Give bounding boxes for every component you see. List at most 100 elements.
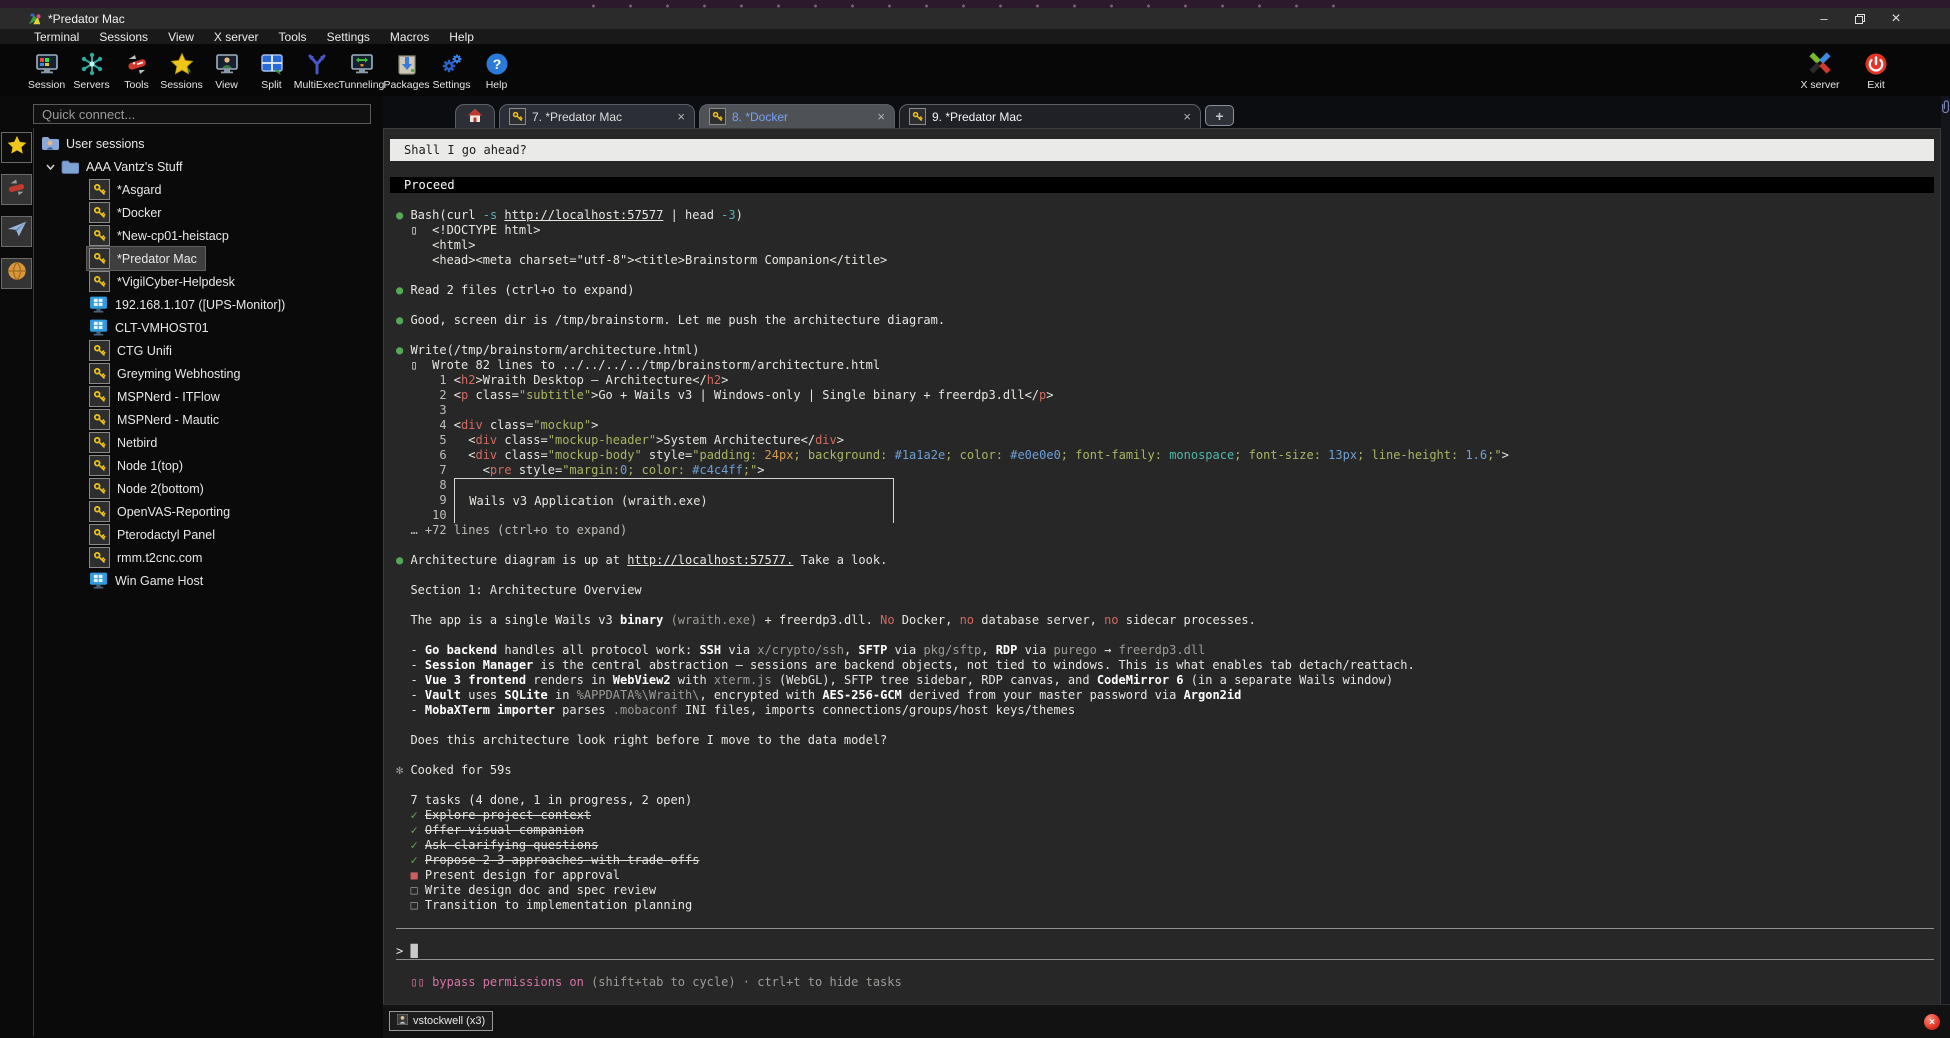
split-icon bbox=[260, 46, 284, 76]
architecture-box-row: 8 9 10 Wails v3 Application (wraith.exe) bbox=[396, 478, 1926, 523]
toolbar-button-sessions[interactable]: Sessions bbox=[159, 46, 204, 91]
xserver-icon bbox=[1807, 46, 1833, 76]
tab-home[interactable] bbox=[455, 104, 495, 128]
ascii-architecture-box: Wails v3 Application (wraith.exe) bbox=[454, 478, 895, 523]
key-icon bbox=[89, 340, 110, 361]
sidebar-strip-tools-button[interactable] bbox=[1, 174, 32, 205]
menu-item-terminal[interactable]: Terminal bbox=[24, 30, 89, 44]
sidebar-strip-network-button[interactable] bbox=[1, 258, 32, 289]
tree-item-inner: *New-cp01-heistacp bbox=[87, 224, 237, 247]
session-tree-item[interactable]: OpenVAS-Reporting bbox=[34, 500, 383, 523]
toolbar-button-packages[interactable]: Packages bbox=[384, 46, 429, 91]
session-tree-item[interactable]: Netbird bbox=[34, 431, 383, 454]
terminal-line: - MobaXTerm importer parses .mobaconf IN… bbox=[396, 703, 1926, 718]
session-tree-item[interactable]: *VigilCyber-Helpdesk bbox=[34, 270, 383, 293]
plane-icon bbox=[6, 218, 28, 245]
session-tree-item[interactable]: *Asgard bbox=[34, 178, 383, 201]
terminal-line: □ Write design doc and spec review bbox=[396, 883, 1926, 898]
session-tree-item[interactable]: 192.168.1.107 ([UPS-Monitor]) bbox=[34, 293, 383, 316]
tab-9-predator-mac[interactable]: 9. *Predator Mac× bbox=[899, 104, 1201, 128]
menu-item-macros[interactable]: Macros bbox=[380, 30, 439, 44]
session-tree-item[interactable]: Node 1(top) bbox=[34, 454, 383, 477]
rdp-monitor-icon bbox=[89, 319, 108, 336]
terminal-line: 7 tasks (4 done, 1 in progress, 2 open) bbox=[396, 793, 1926, 808]
toolbar-button-servers[interactable]: Servers bbox=[69, 46, 114, 91]
sidebar-strip-sessions-button[interactable] bbox=[1, 216, 32, 247]
tree-item-label: Greyming Webhosting bbox=[117, 367, 240, 381]
toolbar-button-x-server[interactable]: X server bbox=[1792, 46, 1848, 91]
tree-item-inner: rmm.t2cnc.com bbox=[87, 546, 210, 569]
right-side-strip bbox=[1941, 96, 1950, 1005]
terminal-line bbox=[396, 298, 1926, 313]
session-tree-item[interactable]: AAA Vantz's Stuff bbox=[34, 155, 383, 178]
menu-item-sessions[interactable]: Sessions bbox=[89, 30, 158, 44]
toolbar-button-split[interactable]: Split bbox=[249, 46, 294, 91]
toolbar-button-session[interactable]: Session bbox=[24, 46, 69, 91]
menu-item-tools[interactable]: Tools bbox=[269, 30, 317, 44]
session-tree-item[interactable]: CLT-VMHOST01 bbox=[34, 316, 383, 339]
session-tree-item[interactable]: *Docker bbox=[34, 201, 383, 224]
proceed-option[interactable]: Proceed bbox=[390, 177, 1934, 193]
session-tree-item[interactable]: MSPNerd - ITFlow bbox=[34, 385, 383, 408]
user-session-button[interactable]: vstockwell (x3) bbox=[389, 1011, 493, 1031]
session-tree-item[interactable]: Node 2(bottom) bbox=[34, 477, 383, 500]
session-tree-item[interactable]: User sessions bbox=[34, 132, 383, 155]
title-bar: *Predator Mac – × bbox=[0, 8, 1950, 29]
new-tab-button[interactable]: + bbox=[1205, 105, 1234, 126]
tab-7-predator-mac[interactable]: 7. *Predator Mac× bbox=[499, 104, 695, 128]
terminal-line bbox=[396, 628, 1926, 643]
toolbar-button-tools[interactable]: Tools bbox=[114, 46, 159, 91]
tab-close-icon[interactable]: × bbox=[677, 109, 685, 124]
paperclip-icon[interactable] bbox=[1942, 99, 1950, 1005]
session-tree-item[interactable]: Win Game Host bbox=[34, 569, 383, 592]
toolbar-button-exit[interactable]: Exit bbox=[1848, 46, 1904, 91]
session-tree-item[interactable]: MSPNerd - Mautic bbox=[34, 408, 383, 431]
terminal-line: > █ bbox=[396, 944, 1926, 959]
terminal-line bbox=[396, 778, 1926, 793]
toolbar-button-tunneling[interactable]: Tunneling bbox=[339, 46, 384, 91]
terminal-line: ✓ Ask clarifying questions bbox=[396, 838, 1926, 853]
settings-icon bbox=[440, 46, 464, 76]
session-tree-item[interactable]: rmm.t2cnc.com bbox=[34, 546, 383, 569]
menu-item-help[interactable]: Help bbox=[439, 30, 484, 44]
tree-item-inner: *VigilCyber-Helpdesk bbox=[87, 270, 243, 293]
terminal-line: ▯ Wrote 82 lines to ../../../../tmp/brai… bbox=[396, 358, 1926, 373]
toolbar-button-help[interactable]: ?Help bbox=[474, 46, 519, 91]
notification-close-icon[interactable]: × bbox=[1924, 1014, 1940, 1030]
tree-item-label: rmm.t2cnc.com bbox=[117, 551, 202, 565]
terminal[interactable]: Shall I go ahead?Proceed● Bash(curl -s h… bbox=[383, 128, 1941, 1005]
session-tree-item[interactable]: Greyming Webhosting bbox=[34, 362, 383, 385]
tab-8-docker[interactable]: 8. *Docker× bbox=[699, 104, 895, 128]
toolbar-label: Packages bbox=[383, 79, 429, 91]
sidebar-icon-strip bbox=[0, 128, 33, 1036]
toolbar-button-multiexec[interactable]: MultiExec bbox=[294, 46, 339, 91]
quick-connect-input[interactable] bbox=[33, 104, 371, 124]
terminal-line: ● Good, screen dir is /tmp/brainstorm. L… bbox=[396, 313, 1926, 328]
chevron-down-icon[interactable] bbox=[46, 164, 55, 170]
packages-icon bbox=[395, 46, 419, 76]
session-tree-item[interactable]: CTG Unifi bbox=[34, 339, 383, 362]
session-tree-item[interactable]: Pterodactyl Panel bbox=[34, 523, 383, 546]
sidebar-strip-favorites-button[interactable] bbox=[1, 132, 32, 163]
key-icon bbox=[89, 432, 110, 453]
tab-close-icon[interactable]: × bbox=[877, 109, 885, 124]
tree-item-inner: MSPNerd - Mautic bbox=[87, 408, 227, 431]
tab-close-icon[interactable]: × bbox=[1183, 109, 1191, 124]
tree-item-inner: *Predator Mac bbox=[87, 247, 205, 270]
menu-item-settings[interactable]: Settings bbox=[317, 30, 380, 44]
tree-item-label: User sessions bbox=[66, 137, 145, 151]
session-tree-item[interactable]: *New-cp01-heistacp bbox=[34, 224, 383, 247]
minimize-button[interactable]: – bbox=[1806, 8, 1842, 29]
maximize-button[interactable] bbox=[1842, 8, 1878, 29]
background-window-dots bbox=[575, 0, 1335, 8]
toolbar-button-view[interactable]: View bbox=[204, 46, 249, 91]
session-tree-item[interactable]: *Predator Mac bbox=[34, 247, 383, 270]
terminal-line: The app is a single Wails v3 binary (wra… bbox=[396, 613, 1926, 628]
window-title: *Predator Mac bbox=[48, 12, 125, 26]
toolbar-button-settings[interactable]: Settings bbox=[429, 46, 474, 91]
key-icon bbox=[909, 108, 926, 125]
menu-item-view[interactable]: View bbox=[158, 30, 204, 44]
menu-item-x-server[interactable]: X server bbox=[204, 30, 269, 44]
close-button[interactable]: × bbox=[1878, 8, 1914, 29]
line-numbers: 8 9 10 bbox=[396, 478, 447, 523]
